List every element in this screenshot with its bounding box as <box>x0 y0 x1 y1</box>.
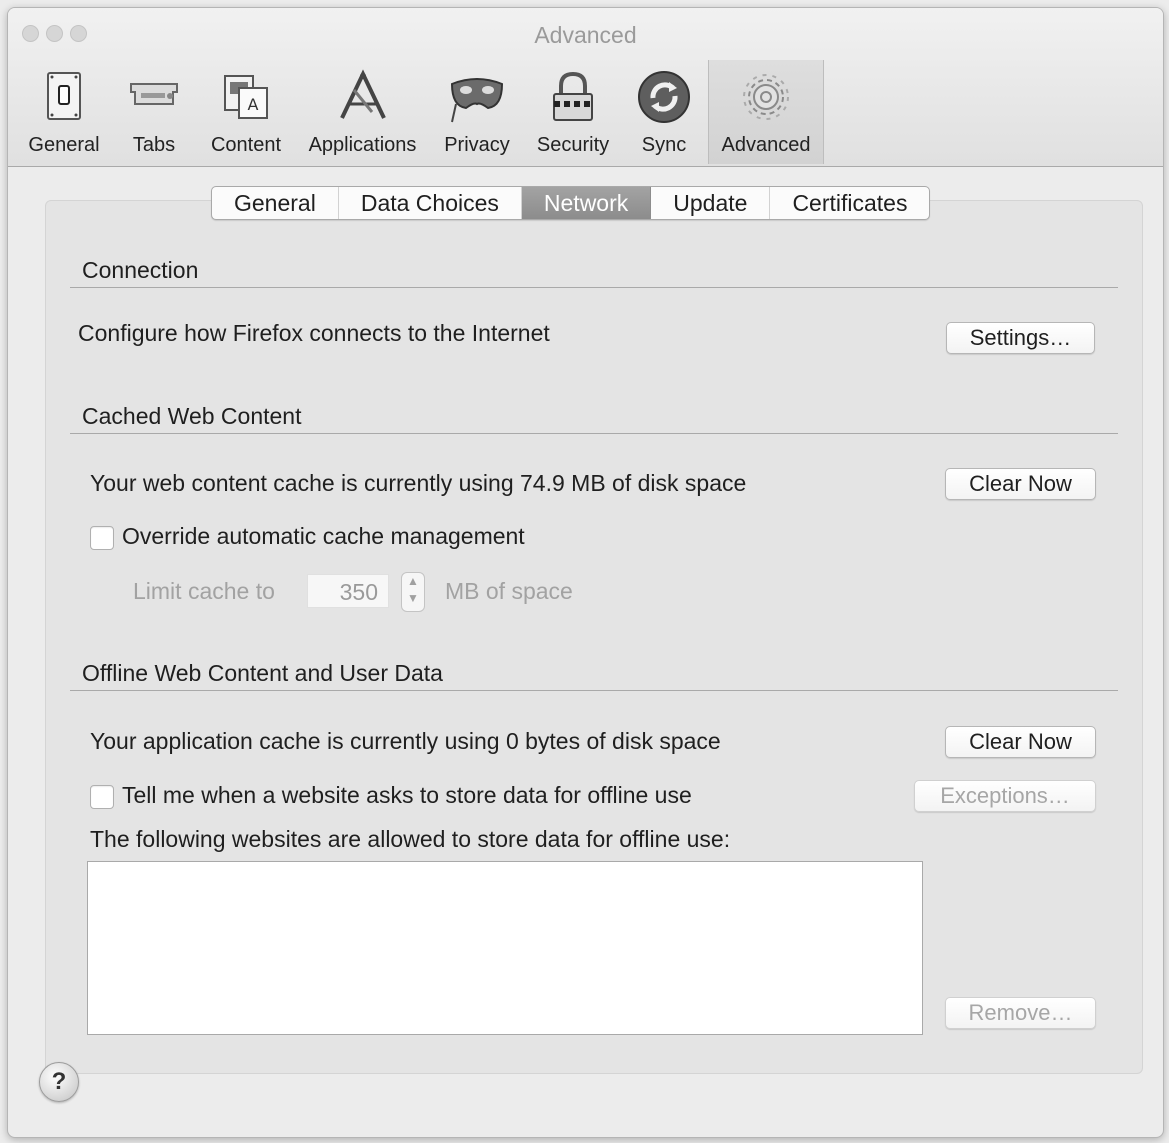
toolbar-label-sync: Sync <box>641 134 687 156</box>
stepper-up-arrow-icon: ▲ <box>407 574 419 588</box>
cache-limit-stepper[interactable]: ▲ ▼ <box>401 572 425 612</box>
toolbar-label-tabs: Tabs <box>132 134 176 156</box>
toolbar-label-content: Content <box>210 134 282 156</box>
advanced-tabs: General Data Choices Network Update Cert… <box>211 186 931 220</box>
allowed-sites-label: The following websites are allowed to st… <box>90 826 731 852</box>
clear-app-cache-button[interactable]: Clear Now <box>945 726 1096 758</box>
toolbar-item-applications[interactable]: Applications <box>300 60 425 164</box>
connection-divider <box>70 287 1118 288</box>
tab-update[interactable]: Update <box>651 187 771 219</box>
connection-description: Configure how Firefox connects to the In… <box>78 320 550 346</box>
connection-heading: Connection <box>82 257 199 283</box>
preferences-window: Advanced General Tabs A Content Applicat… <box>7 7 1164 1138</box>
advanced-gear-icon <box>743 74 789 120</box>
svg-text:A: A <box>248 95 259 114</box>
offline-content-heading: Offline Web Content and User Data <box>82 660 443 686</box>
toolbar-label-applications: Applications <box>308 134 417 156</box>
sync-icon <box>638 71 690 123</box>
general-switch-icon <box>47 72 81 120</box>
cached-content-heading: Cached Web Content <box>82 403 302 429</box>
exceptions-button[interactable]: Exceptions… <box>914 780 1096 812</box>
toolbar-item-sync[interactable]: Sync <box>628 60 700 164</box>
tab-data-choices[interactable]: Data Choices <box>339 187 522 219</box>
tell-me-offline-label: Tell me when a website asks to store dat… <box>122 782 692 808</box>
tab-certificates[interactable]: Certificates <box>770 187 929 219</box>
toolbar-label-advanced: Advanced <box>721 134 811 156</box>
toolbar-item-general[interactable]: General <box>18 60 110 164</box>
toolbar-item-advanced[interactable]: Advanced <box>708 60 824 164</box>
applications-icon <box>339 69 386 119</box>
cache-limit-input[interactable]: 350 <box>307 574 389 608</box>
toolbar-item-tabs[interactable]: Tabs <box>118 60 190 164</box>
app-cache-usage-text: Your application cache is currently usin… <box>90 728 721 754</box>
cache-limit-unit: MB of space <box>445 578 573 604</box>
toolbar-item-privacy[interactable]: Privacy <box>436 60 518 164</box>
help-button[interactable]: ? <box>39 1062 79 1102</box>
title-bar: Advanced General Tabs A Content Applicat… <box>8 8 1163 167</box>
content-icon: A <box>224 75 268 119</box>
connection-settings-button[interactable]: Settings… <box>946 322 1095 354</box>
privacy-mask-icon <box>450 78 504 123</box>
allowed-sites-list[interactable] <box>87 861 923 1035</box>
toolbar-label-general: General <box>28 134 100 156</box>
stepper-down-arrow-icon: ▼ <box>407 591 419 605</box>
window-title: Advanced <box>534 22 637 48</box>
toolbar-item-security[interactable]: Security <box>526 60 620 164</box>
clear-cache-button[interactable]: Clear Now <box>945 468 1096 500</box>
toolbar-item-content[interactable]: A Content <box>201 60 291 164</box>
security-lock-icon <box>553 71 593 121</box>
cache-usage-text: Your web content cache is currently usin… <box>90 470 747 496</box>
cached-content-divider <box>70 433 1118 434</box>
toolbar-label-security: Security <box>536 134 610 156</box>
tab-general[interactable]: General <box>212 187 339 219</box>
offline-content-divider <box>70 690 1118 691</box>
limit-cache-label: Limit cache to <box>133 578 275 604</box>
tell-me-offline-checkbox[interactable] <box>90 785 114 809</box>
toolbar-label-privacy: Privacy <box>444 134 510 156</box>
override-cache-checkbox[interactable] <box>90 526 114 550</box>
tab-network[interactable]: Network <box>521 187 652 219</box>
remove-site-button[interactable]: Remove… <box>945 997 1096 1029</box>
tabs-icon <box>130 83 178 105</box>
override-cache-label: Override automatic cache management <box>122 523 525 549</box>
